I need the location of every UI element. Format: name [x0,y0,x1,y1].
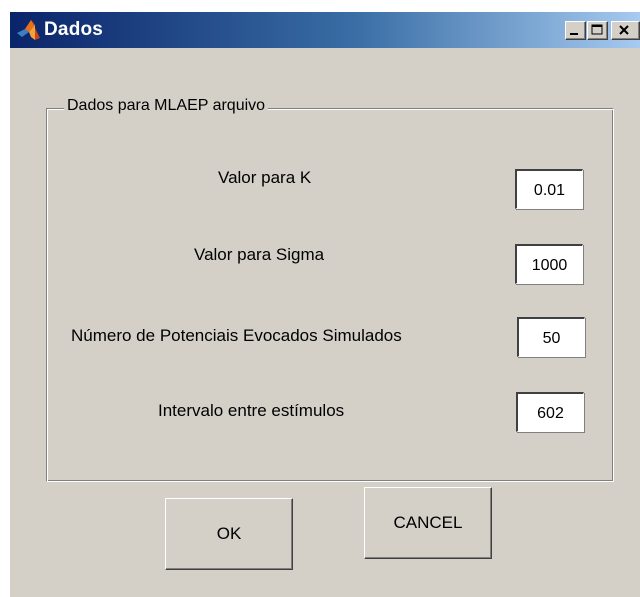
sigma-value-label: Valor para Sigma [194,245,325,264]
dialog-window: Dados Dados para MLAEP arquivo Valor par… [10,12,640,597]
k-value-input[interactable]: 0.01 [515,169,583,209]
simulated-potentials-label: Número de Potenciais Evocados Simulados [71,326,402,345]
maximize-button[interactable] [587,21,608,40]
close-button[interactable] [611,21,640,40]
window-title: Dados [44,19,104,40]
k-value-label: Valor para K [218,168,312,187]
matlab-logo-icon [16,18,42,42]
sigma-value-input[interactable]: 1000 [515,244,583,284]
simulated-potentials-input[interactable]: 50 [517,317,585,357]
minimize-button[interactable] [565,21,586,40]
cancel-button[interactable]: CANCEL [364,487,492,559]
groupbox-label: Dados para MLAEP arquivo [64,97,269,115]
ok-button[interactable]: OK [165,498,293,570]
stimulus-interval-label: Intervalo entre estímulos [158,401,345,420]
title-bar[interactable]: Dados [10,12,640,48]
stimulus-interval-input[interactable]: 602 [516,392,584,432]
